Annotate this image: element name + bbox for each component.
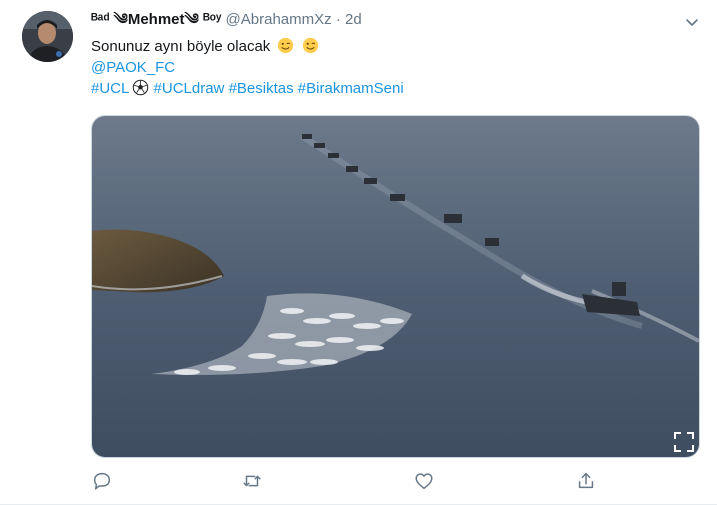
hashtag-ucl[interactable]: #UCL bbox=[91, 80, 129, 97]
tweet-text: Sonunuz aynı böyle olacak @PAOK_FC #UCL bbox=[91, 36, 404, 99]
display-name[interactable]: ᴮᵃᵈ ༄Mehmet༄ ᴮᵒʸ bbox=[91, 11, 221, 28]
reply-icon[interactable] bbox=[91, 470, 113, 492]
heart-icon[interactable] bbox=[413, 470, 435, 492]
tweet-actions bbox=[91, 470, 698, 492]
hashtag-birakmamseni[interactable]: #BirakmamSeni bbox=[298, 80, 404, 97]
expand-icon[interactable] bbox=[673, 431, 695, 453]
soccer-ball-icon bbox=[133, 79, 149, 96]
mention-link[interactable]: @PAOK_FC bbox=[91, 59, 175, 76]
hashtag-ucldraw[interactable]: #UCLdraw bbox=[154, 80, 225, 97]
hashtag-besiktas[interactable]: #Besiktas bbox=[229, 80, 294, 97]
tweet-line-2: @PAOK_FC bbox=[91, 57, 404, 78]
winking-face-icon bbox=[302, 37, 318, 54]
tweet-header: ᴮᵃᵈ ༄Mehmet༄ ᴮᵒʸ @AbrahammXz · 2d bbox=[91, 10, 362, 30]
retweet-icon[interactable] bbox=[241, 470, 263, 492]
separator: · bbox=[335, 11, 341, 28]
tweet-line-1: Sonunuz aynı böyle olacak bbox=[91, 36, 404, 57]
share-icon[interactable] bbox=[575, 470, 597, 492]
avatar[interactable] bbox=[22, 11, 73, 62]
winking-face-icon bbox=[278, 37, 294, 54]
tweet[interactable]: ᴮᵃᵈ ༄Mehmet༄ ᴮᵒʸ @AbrahammXz · 2d Sonunu… bbox=[0, 0, 717, 505]
tweet-body-text: Sonunuz aynı böyle olacak bbox=[91, 38, 271, 55]
tweet-line-3: #UCL #UCLdraw #Besiktas #BirakmamSeni bbox=[91, 78, 404, 99]
naval-ships-photo bbox=[92, 116, 699, 457]
tweet-photo[interactable] bbox=[91, 115, 700, 458]
timestamp[interactable]: 2d bbox=[345, 11, 362, 28]
user-handle[interactable]: @AbrahammXz bbox=[226, 11, 332, 28]
chevron-down-icon[interactable] bbox=[682, 12, 702, 32]
